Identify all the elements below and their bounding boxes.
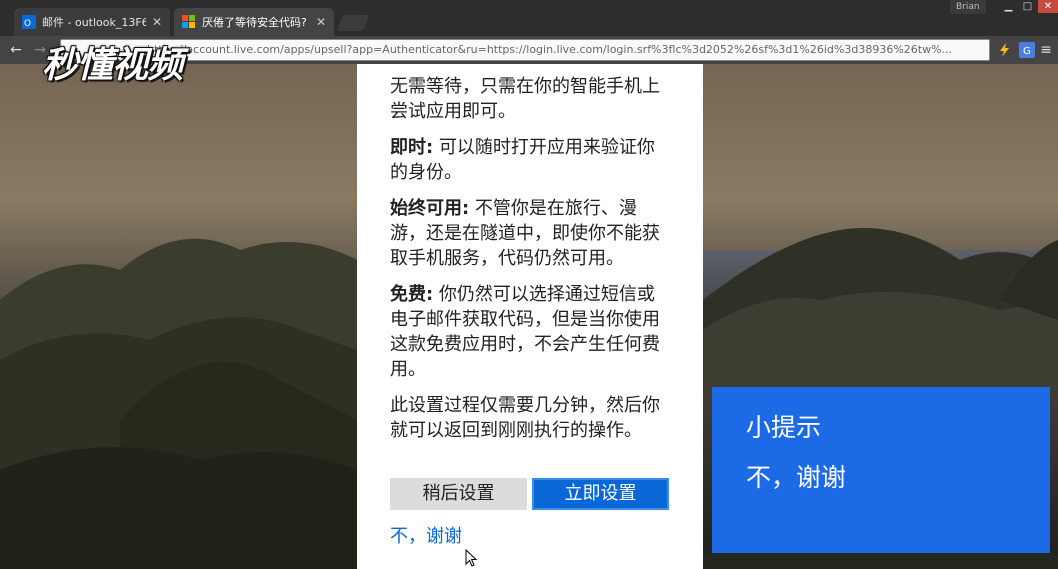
tab-authenticator[interactable]: 厌倦了等待安全代码? ✕ xyxy=(174,8,334,36)
tab-outlook-mail[interactable]: O 邮件 - outlook_13F6D7 ✕ xyxy=(14,8,170,36)
back-arrow-icon[interactable]: ← xyxy=(6,40,26,60)
menu-icon[interactable]: ≡ xyxy=(1036,40,1056,60)
authenticator-dialog: 无需等待，只需在你的智能手机上尝试应用即可。 即时: 可以随时打开应用来验证你的… xyxy=(357,64,703,569)
maximize-icon[interactable]: □ xyxy=(1019,0,1036,13)
feature-instant: 即时: 可以随时打开应用来验证你的身份。 xyxy=(390,135,671,185)
svg-text:O: O xyxy=(24,19,31,29)
setup-now-button[interactable]: 立即设置 xyxy=(532,478,669,510)
feature-free: 免费: 你仍然可以选择通过短信或电子邮件获取代码，但是当你使用这款免费应用时，不… xyxy=(390,282,671,382)
tip-box: 小提示 不，谢谢 xyxy=(712,387,1050,553)
tip-title: 小提示 xyxy=(746,413,822,442)
microsoft-logo-icon xyxy=(182,15,195,28)
feature-label: 免费: xyxy=(390,284,434,305)
minimize-icon[interactable]: ▁ xyxy=(1000,0,1017,13)
button-row: 稍后设置 立即设置 xyxy=(390,478,669,510)
translate-icon[interactable]: G xyxy=(1018,41,1036,59)
close-tab-icon[interactable]: ✕ xyxy=(316,15,326,29)
svg-text:G: G xyxy=(1023,46,1031,57)
extension-lightning-icon[interactable] xyxy=(996,41,1014,59)
close-window-icon[interactable]: ✕ xyxy=(1038,0,1058,13)
setup-later-button[interactable]: 稍后设置 xyxy=(390,478,527,510)
setup-note: 此设置过程仅需要几分钟，然后你就可以返回到刚刚执行的操作。 xyxy=(390,395,660,441)
feature-label: 始终可用: xyxy=(390,198,470,219)
browser-title-bar: O 邮件 - outlook_13F6D7 ✕ 厌倦了等待安全代码? ✕ Bri… xyxy=(0,0,1058,36)
user-profile-button[interactable]: Brian xyxy=(950,0,986,14)
no-thanks-link[interactable]: 不，谢谢 xyxy=(390,524,462,549)
intro-text: 无需等待，只需在你的智能手机上尝试应用即可。 xyxy=(390,76,660,122)
tab-title: 厌倦了等待安全代码? xyxy=(202,16,307,29)
new-tab-button[interactable] xyxy=(337,15,369,31)
url-text: https://account.live.com/apps/upsell?app… xyxy=(147,43,953,56)
mouse-cursor-icon xyxy=(465,549,477,567)
feature-label: 即时: xyxy=(390,137,434,158)
watermark-logo: 秒懂视频 xyxy=(42,45,183,86)
tip-text: 不，谢谢 xyxy=(746,463,847,492)
close-tab-icon[interactable]: ✕ xyxy=(152,15,162,29)
outlook-icon: O xyxy=(22,15,36,29)
tab-title: 邮件 - outlook_13F6D7 xyxy=(42,16,146,29)
address-bar[interactable]: https://account.live.com/apps/upsell?app… xyxy=(60,39,990,61)
feature-always-available: 始终可用: 不管你是在旅行、漫游，还是在隧道中，即使你不能获取手机服务，代码仍然… xyxy=(390,196,671,271)
